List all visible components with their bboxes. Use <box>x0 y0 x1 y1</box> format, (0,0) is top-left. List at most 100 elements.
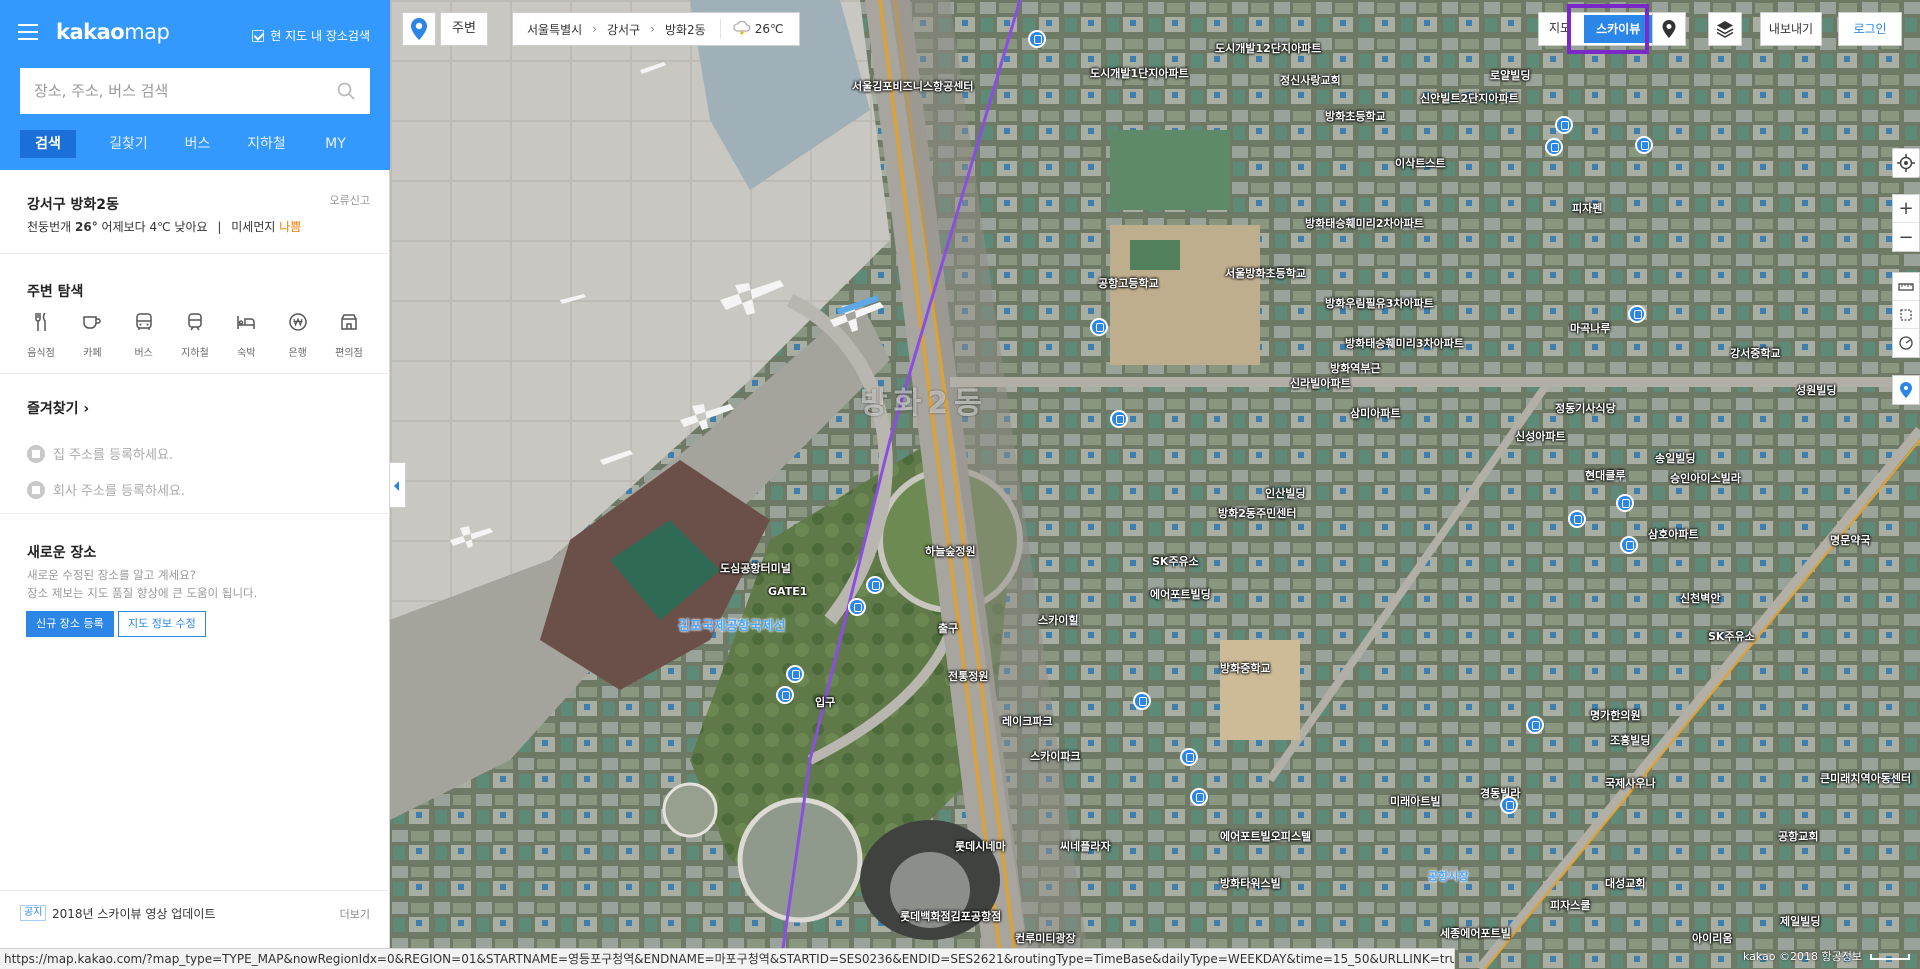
poi-label[interactable]: 방화초등학교 <box>1325 108 1386 124</box>
breadcrumb-dong[interactable]: 방화2동 <box>665 21 706 38</box>
poi-label[interactable]: 출구 <box>938 620 958 636</box>
register-place-button[interactable]: 신규 장소 등록 <box>26 611 114 637</box>
poi-label[interactable]: 롯데시네마 <box>955 838 1006 854</box>
poi-label[interactable]: 신라빌아파트 <box>1290 375 1351 391</box>
poi-label[interactable]: 신천벽안 <box>1680 590 1720 606</box>
login-button[interactable]: 로그인 <box>1838 12 1902 46</box>
poi-label[interactable]: 명문약국 <box>1830 532 1870 548</box>
poi-label[interactable]: 정동기사식당 <box>1555 400 1616 416</box>
poi-label[interactable]: 롯데백화점김포공항점 <box>900 908 1001 924</box>
poi-label[interactable]: 로얄빌딩 <box>1490 67 1530 83</box>
map-type-map[interactable]: 지도 <box>1539 12 1581 46</box>
bus-stop-marker[interactable] <box>1628 305 1646 323</box>
ruler-button[interactable] <box>1893 273 1919 301</box>
poi-label[interactable]: 방화타워스빌 <box>1220 875 1281 891</box>
poi-label[interactable]: 도심공항터미널 <box>720 560 791 576</box>
poi-label[interactable]: 이삭트스트 <box>1395 155 1446 171</box>
category-bus[interactable]: 버스 <box>122 310 166 359</box>
bus-stop-marker[interactable] <box>1180 748 1198 766</box>
tab-bus[interactable]: 버스 <box>163 130 232 158</box>
search-icon[interactable] <box>336 81 356 101</box>
poi-label[interactable]: 방화2동주민센터 <box>1218 505 1297 521</box>
poi-label[interactable]: 하늘숲정원 <box>925 543 976 559</box>
bus-stop-marker[interactable] <box>1190 788 1208 806</box>
poi-label[interactable]: 삼호아파트 <box>1648 526 1699 542</box>
bus-stop-marker[interactable] <box>866 576 884 594</box>
kakaomap-logo[interactable]: kakaomap <box>56 20 170 44</box>
bus-stop-marker[interactable] <box>1110 410 1128 428</box>
checkbox-icon[interactable] <box>252 29 265 42</box>
nearby-button[interactable]: 주변 <box>440 12 488 46</box>
export-button[interactable]: 내보내기 <box>1760 12 1822 46</box>
map-type-skyview[interactable]: 스카이뷰 <box>1584 15 1653 43</box>
in-map-search-checkbox[interactable]: 현 지도 내 장소검색 <box>252 27 370 44</box>
poi-label[interactable]: 방화태승훼미리3차아파트 <box>1345 335 1464 351</box>
bus-stop-marker[interactable] <box>1635 136 1653 154</box>
bus-stop-marker[interactable] <box>1526 716 1544 734</box>
poi-label[interactable]: 송일빌딩 <box>1655 450 1695 466</box>
poi-label[interactable]: 방화우림필유3차아파트 <box>1325 295 1434 311</box>
poi-label[interactable]: SK주유소 <box>1708 628 1755 644</box>
poi-label[interactable]: 전통정원 <box>948 668 988 684</box>
bus-stop-marker[interactable] <box>1500 796 1518 814</box>
bus-stop-marker[interactable] <box>1616 494 1634 512</box>
poi-label[interactable]: SK주유소 <box>1152 553 1199 569</box>
poi-label[interactable]: 컨루미티광장 <box>1015 930 1076 946</box>
menu-icon[interactable] <box>18 24 38 40</box>
favorite-work[interactable]: 회사 주소를 등록하세요. <box>27 480 185 499</box>
category-subway[interactable]: 지하철 <box>173 310 217 359</box>
bus-stop-marker[interactable] <box>786 665 804 683</box>
bus-stop-marker[interactable] <box>1545 138 1563 156</box>
tab-directions[interactable]: 길찾기 <box>94 130 163 158</box>
poi-label[interactable]: 제일빌딩 <box>1780 913 1820 929</box>
notice-more-link[interactable]: 더보기 <box>340 906 370 922</box>
poi-label[interactable]: 에어포트빌오피스텔 <box>1220 828 1311 844</box>
poi-label[interactable]: 공항고등학교 <box>1098 275 1159 291</box>
tab-subway[interactable]: 지하철 <box>232 130 301 158</box>
category-bank[interactable]: 은행 <box>276 310 320 359</box>
place-marker-button[interactable] <box>1652 12 1686 46</box>
category-cafe[interactable]: 카페 <box>70 310 114 359</box>
poi-label[interactable]: 성원빌딩 <box>1796 382 1836 398</box>
poi-label[interactable]: 입구 <box>815 694 835 710</box>
report-error-link[interactable]: 오류신고 <box>330 192 370 208</box>
poi-label[interactable]: 서울김포비즈니스항공센터 <box>852 78 973 94</box>
bus-stop-marker[interactable] <box>848 598 866 616</box>
poi-label[interactable]: 강서중학교 <box>1730 345 1781 361</box>
poi-label[interactable]: 현대클루 <box>1585 467 1625 483</box>
bus-stop-marker[interactable] <box>1028 30 1046 48</box>
poi-label[interactable]: 에어포트빌딩 <box>1150 586 1211 602</box>
breadcrumb-city[interactable]: 서울특별시 <box>527 21 582 38</box>
radius-button[interactable] <box>1893 329 1919 357</box>
poi-label[interactable]: 미래아트빌 <box>1390 793 1441 809</box>
location-pin-button[interactable] <box>402 12 436 46</box>
tab-search[interactable]: 검색 <box>20 130 76 158</box>
poi-label[interactable]: 신성아파트 <box>1515 428 1566 444</box>
bus-stop-marker[interactable] <box>1555 116 1573 134</box>
bus-stop-marker[interactable] <box>1568 510 1586 528</box>
bus-stop-marker[interactable] <box>776 686 794 704</box>
poi-label[interactable]: 마곡나루 <box>1570 320 1610 336</box>
category-store[interactable]: 편의점 <box>327 310 371 359</box>
favorites-title[interactable]: 즐겨찾기 › <box>27 398 89 418</box>
poi-label[interactable]: 방화태승훼미리2차아파트 <box>1305 215 1424 231</box>
category-hotel[interactable]: 숙박 <box>224 310 268 359</box>
poi-label[interactable]: 서울방화초등학교 <box>1225 265 1306 281</box>
poi-label[interactable]: GATE1 <box>768 585 807 598</box>
poi-label[interactable]: 씨네플라자 <box>1060 838 1111 854</box>
poi-label[interactable]: 정신사랑교회 <box>1280 72 1341 88</box>
poi-label[interactable]: 스카이힐 <box>1038 612 1078 628</box>
bus-stop-marker[interactable] <box>1090 318 1108 336</box>
bus-stop-marker[interactable] <box>1620 536 1638 554</box>
poi-label[interactable]: 방화역부근 <box>1330 360 1381 376</box>
zoom-in-button[interactable]: + <box>1893 195 1919 223</box>
poi-label[interactable]: 아이리움 <box>1692 930 1732 946</box>
notice-text[interactable]: 2018년 스카이뷰 영상 업데이트 <box>52 905 215 922</box>
poi-label[interactable]: 피자펜 <box>1572 200 1602 216</box>
poi-label[interactable]: 스카이파크 <box>1030 748 1081 764</box>
poi-label[interactable]: 큰미래치역아동센터 <box>1820 770 1911 786</box>
poi-label[interactable]: 공항교회 <box>1778 828 1818 844</box>
breadcrumb-district[interactable]: 강서구 <box>607 21 640 38</box>
poi-label[interactable]: 조흥빌딩 <box>1610 732 1650 748</box>
category-restaurant[interactable]: 음식점 <box>19 310 63 359</box>
